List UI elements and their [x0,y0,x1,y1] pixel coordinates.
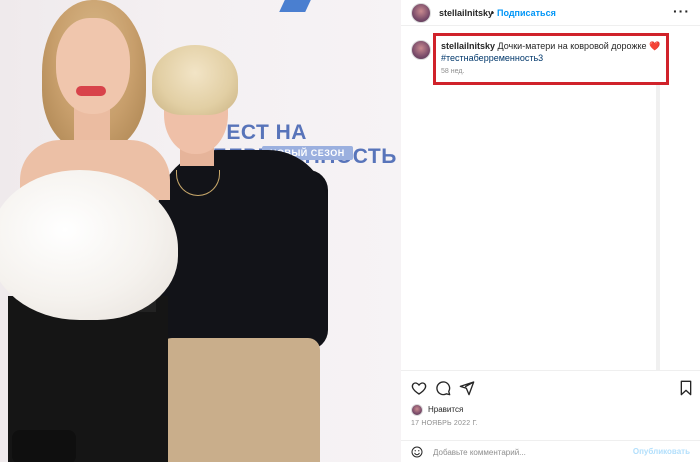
liker-avatar[interactable] [411,404,423,416]
avatar[interactable] [411,3,431,23]
more-horizontal-icon[interactable]: ··· [673,3,690,19]
action-bar [401,370,700,400]
person-right-hair [152,45,238,115]
bookmark-icon[interactable] [678,380,694,396]
comment-input[interactable] [433,444,633,460]
likes-text[interactable]: Нравится [428,405,463,414]
person-right-pants [160,338,320,462]
caption-highlight-box [433,33,669,85]
comment-bar: Опубликовать [401,440,700,462]
follow-button[interactable]: Подписаться [497,8,556,18]
comments-scrollbar[interactable] [656,85,660,370]
comment-icon[interactable] [435,380,451,396]
post-header: stellailnitsky • Подписаться ··· [401,0,700,26]
person-left-lips [76,86,106,96]
header-separator: • [491,8,495,18]
heart-icon[interactable] [411,380,427,396]
share-icon[interactable] [459,380,475,396]
person-left-face [56,18,130,114]
smiley-icon[interactable] [411,446,423,458]
caption-avatar[interactable] [411,40,431,60]
person-left-bag [12,430,76,462]
post-date[interactable]: 17 НОЯБРЬ 2022 Г. [411,420,478,427]
post-side-panel: stellailnitsky • Подписаться ··· stellai… [401,0,700,462]
header-username[interactable]: stellailnitsky [439,8,493,18]
publish-button[interactable]: Опубликовать [633,447,690,456]
backdrop-logo [279,0,311,12]
post-photo[interactable]: ТЕСТ НА БЕРЕМЕННОСТЬ 3 НОВЫЙ СЕЗОН К [0,0,401,462]
